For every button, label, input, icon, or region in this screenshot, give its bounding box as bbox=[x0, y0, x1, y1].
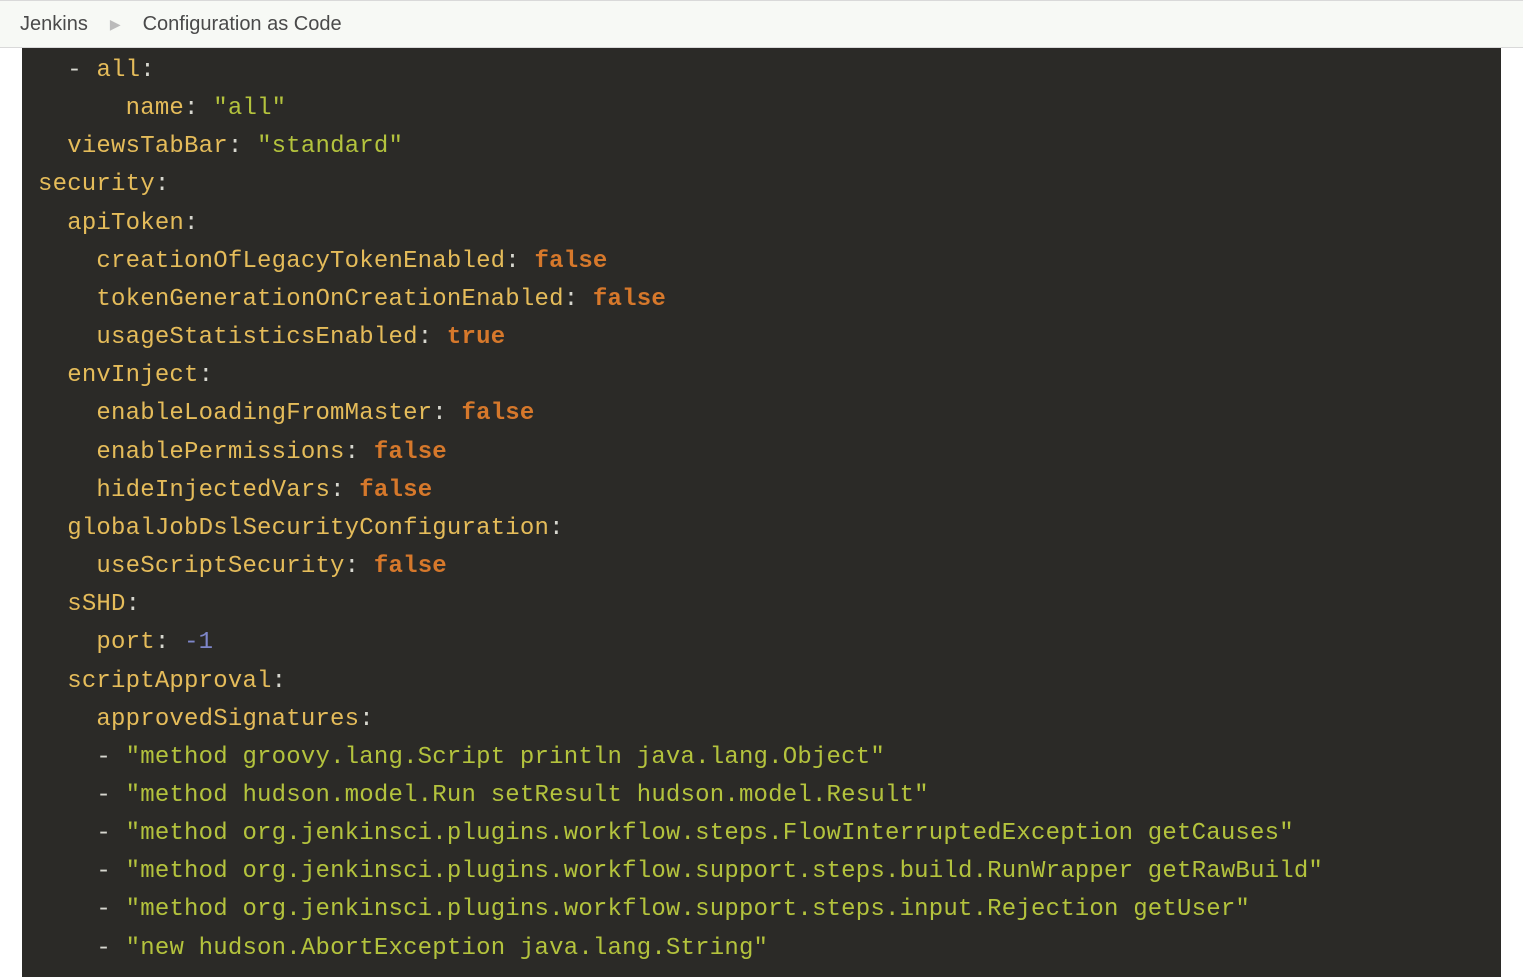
breadcrumb-item-jenkins[interactable]: Jenkins bbox=[20, 13, 88, 36]
yaml-key: port bbox=[96, 629, 154, 656]
yaml-bool: true bbox=[447, 324, 505, 351]
yaml-string: "standard" bbox=[257, 133, 403, 160]
yaml-bool: false bbox=[535, 248, 608, 275]
yaml-string: "method groovy.lang.Script println java.… bbox=[126, 744, 885, 771]
yaml-key: viewsTabBar bbox=[67, 133, 228, 160]
yaml-key: usageStatisticsEnabled bbox=[96, 324, 417, 351]
yaml-key: enablePermissions bbox=[96, 439, 344, 466]
yaml-bool: false bbox=[462, 400, 535, 427]
chevron-right-icon: ▶ bbox=[110, 16, 121, 33]
yaml-string: "method org.jenkinsci.plugins.workflow.s… bbox=[126, 820, 1294, 847]
yaml-key: envInject bbox=[67, 362, 198, 389]
yaml-key: tokenGenerationOnCreationEnabled bbox=[96, 286, 563, 313]
yaml-bool: false bbox=[359, 477, 432, 504]
yaml-number: -1 bbox=[184, 629, 213, 656]
yaml-string: "method hudson.model.Run setResult hudso… bbox=[126, 782, 929, 809]
content-area: - all: name: "all" viewsTabBar: "standar… bbox=[0, 48, 1523, 977]
breadcrumb-item-casc[interactable]: Configuration as Code bbox=[143, 13, 342, 36]
yaml-key: approvedSignatures bbox=[96, 706, 359, 733]
yaml-bool: false bbox=[374, 553, 447, 580]
yaml-key: security bbox=[38, 171, 155, 198]
yaml-string: "method org.jenkinsci.plugins.workflow.s… bbox=[126, 896, 1250, 923]
yaml-key: globalJobDslSecurityConfiguration bbox=[67, 515, 549, 542]
yaml-key: sSHD bbox=[67, 591, 125, 618]
yaml-key: all bbox=[96, 57, 140, 84]
yaml-code-block: - all: name: "all" viewsTabBar: "standar… bbox=[22, 48, 1501, 977]
yaml-key: useScriptSecurity bbox=[96, 553, 344, 580]
yaml-key: hideInjectedVars bbox=[96, 477, 330, 504]
yaml-key: scriptApproval bbox=[67, 668, 271, 695]
breadcrumb: Jenkins ▶ Configuration as Code bbox=[0, 0, 1523, 48]
yaml-bool: false bbox=[593, 286, 666, 313]
yaml-key: creationOfLegacyTokenEnabled bbox=[96, 248, 505, 275]
yaml-string: "method org.jenkinsci.plugins.workflow.s… bbox=[126, 858, 1323, 885]
yaml-string: "new hudson.AbortException java.lang.Str… bbox=[126, 935, 769, 962]
yaml-key: enableLoadingFromMaster bbox=[96, 400, 432, 427]
yaml-key: name bbox=[126, 95, 184, 122]
yaml-bool: false bbox=[374, 439, 447, 466]
yaml-string: "all" bbox=[213, 95, 286, 122]
yaml-key: apiToken bbox=[67, 210, 184, 237]
